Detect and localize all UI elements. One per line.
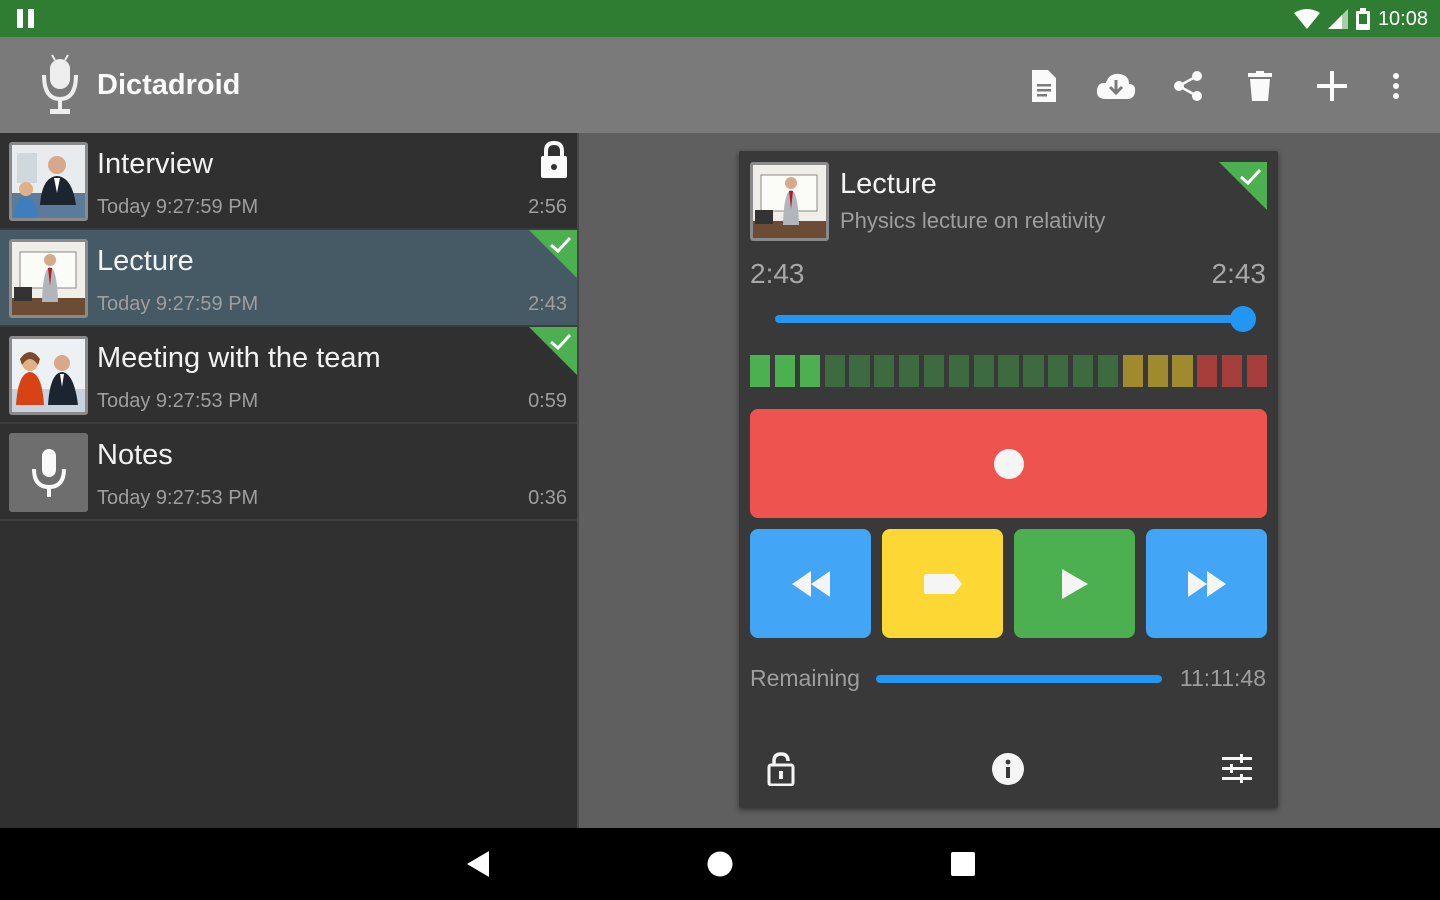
- equalizer-icon[interactable]: [1217, 749, 1257, 789]
- recording-thumbnail: [9, 142, 88, 221]
- mic-icon: [9, 433, 88, 512]
- recording-duration: 0:59: [528, 390, 567, 412]
- player-subtitle: Physics lecture on relativity: [840, 208, 1106, 233]
- play-button[interactable]: [1014, 529, 1135, 638]
- app-title: Dictadroid: [97, 69, 241, 101]
- lock-icon[interactable]: [761, 749, 801, 789]
- pause-icon: [17, 9, 37, 29]
- pane-divider: [577, 133, 579, 828]
- meter-segment: [750, 355, 771, 387]
- current-position: 2:43: [750, 258, 805, 289]
- meter-segment: [1097, 355, 1119, 387]
- recents-icon[interactable]: [941, 842, 985, 886]
- delete-icon[interactable]: [1238, 64, 1282, 108]
- share-icon[interactable]: [1166, 64, 1210, 108]
- document-icon[interactable]: [1022, 64, 1066, 108]
- cloud-download-icon[interactable]: [1094, 64, 1138, 108]
- meter-segment: [948, 355, 969, 387]
- meter-segment: [1023, 355, 1044, 387]
- fast-forward-button[interactable]: [1146, 529, 1267, 638]
- rewind-button[interactable]: [750, 529, 871, 638]
- recording-title: Interview: [97, 148, 214, 180]
- recording-duration: 2:56: [528, 196, 567, 218]
- meter-segment: [923, 355, 945, 387]
- player-thumbnail: [750, 162, 829, 241]
- recording-thumbnail: [9, 239, 88, 318]
- meter-segment: [973, 355, 994, 387]
- fast-forward-icon: [1187, 570, 1226, 597]
- recording-date: Today 9:27:53 PM: [97, 487, 259, 509]
- list-item[interactable]: Interview Today 9:27:59 PM 2:56: [0, 133, 577, 230]
- meter-segment: [849, 355, 870, 387]
- recording-date: Today 9:27:59 PM: [97, 196, 259, 218]
- meter-segment: [824, 355, 845, 387]
- play-icon: [1061, 568, 1088, 599]
- recording-thumbnail: [9, 336, 88, 415]
- meter-segment: [1147, 355, 1168, 387]
- rewind-icon: [791, 570, 830, 597]
- list-item[interactable]: Lecture Today 9:27:59 PM 2:43: [0, 230, 577, 327]
- microphone-logo-icon: [42, 54, 78, 114]
- checkmark-icon: [1219, 162, 1267, 210]
- lock-icon: [541, 141, 567, 178]
- meter-segment: [774, 355, 796, 387]
- add-icon[interactable]: [1310, 64, 1354, 108]
- wifi-icon: [1293, 9, 1320, 29]
- recording-duration: 0:36: [528, 487, 567, 509]
- record-button[interactable]: [750, 409, 1267, 518]
- more-vert-icon[interactable]: [1374, 64, 1418, 108]
- meter-segment: [1222, 355, 1243, 387]
- meter-segment: [1048, 355, 1069, 387]
- meter-segment: [874, 355, 895, 387]
- seek-bar[interactable]: [775, 315, 1242, 323]
- meter-segment: [899, 355, 920, 387]
- mark-button[interactable]: [882, 529, 1003, 638]
- mark-icon: [923, 573, 962, 594]
- recording-title: Lecture: [97, 245, 194, 277]
- meter-segment: [1246, 355, 1268, 387]
- level-meter: [750, 355, 1268, 387]
- meter-segment: [998, 355, 1019, 387]
- player-card: Lecture Physics lecture on relativity 2:…: [739, 151, 1278, 808]
- list-item[interactable]: Notes Today 9:27:53 PM 0:36: [0, 424, 577, 521]
- checkmark-icon: [529, 230, 577, 278]
- record-icon: [993, 448, 1024, 479]
- checkmark-icon: [529, 327, 577, 375]
- recording-duration: 2:43: [528, 293, 567, 315]
- recording-date: Today 9:27:59 PM: [97, 293, 259, 315]
- meter-segment: [1122, 355, 1143, 387]
- back-icon[interactable]: [456, 842, 500, 886]
- meter-segment: [799, 355, 820, 387]
- recording-title: Notes: [97, 439, 173, 471]
- recording-title: Meeting with the team: [97, 342, 381, 374]
- total-length: 2:43: [1211, 258, 1267, 289]
- list-item[interactable]: Meeting with the team Today 9:27:53 PM 0…: [0, 327, 577, 424]
- status-bar: 10:08: [0, 0, 1440, 37]
- navigation-bar: [0, 828, 1440, 900]
- signal-icon: [1327, 9, 1348, 29]
- info-icon[interactable]: [988, 749, 1028, 789]
- remaining-bar: [876, 675, 1162, 683]
- clock: 10:08: [1377, 7, 1428, 30]
- meter-segment: [1197, 355, 1218, 387]
- seek-thumb[interactable]: [1230, 306, 1256, 332]
- recording-list: Interview Today 9:27:59 PM 2:56 Lecture …: [0, 133, 577, 828]
- remaining-value: 11:11:48: [1179, 665, 1266, 691]
- recording-date: Today 9:27:53 PM: [97, 390, 259, 412]
- home-icon[interactable]: [698, 842, 742, 886]
- app-bar: Dictadroid: [0, 37, 1440, 133]
- remaining-label: Remaining: [750, 665, 860, 691]
- meter-segment: [1172, 355, 1193, 387]
- meter-segment: [1072, 355, 1094, 387]
- player-title: Lecture: [840, 168, 937, 200]
- battery-icon: [1355, 8, 1370, 30]
